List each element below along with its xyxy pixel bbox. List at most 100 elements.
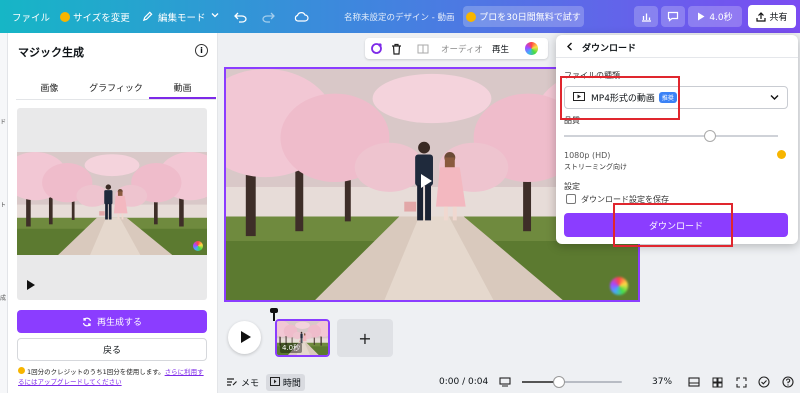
tab-graphic[interactable]: グラフィック <box>83 77 150 99</box>
bar-chart-icon <box>641 13 651 22</box>
quality-note: ストリーミング向け <box>564 163 627 171</box>
share-button[interactable]: 共有 <box>748 5 796 28</box>
crown-icon <box>18 367 25 374</box>
document-title-text: 名称未設定のデザイン - 動画 <box>344 12 455 23</box>
save-settings-checkbox[interactable] <box>566 194 576 204</box>
undo-icon <box>234 12 247 23</box>
play-icon[interactable] <box>27 280 35 290</box>
edit-mode-button[interactable]: 編集モード <box>142 0 219 33</box>
zoom-slider-handle[interactable] <box>553 376 565 388</box>
side-nav-label[interactable]: ド <box>0 117 6 126</box>
timing-label: 時間 <box>282 378 301 389</box>
highlight-box-file-type <box>560 76 680 120</box>
chevron-down-icon <box>211 11 219 22</box>
fullscreen-icon[interactable] <box>736 371 747 393</box>
color-wheel-icon <box>193 241 203 251</box>
pencil-icon <box>142 11 153 22</box>
crown-icon <box>466 11 477 22</box>
quality-slider[interactable] <box>564 130 778 142</box>
tab-video[interactable]: 動画 <box>149 77 217 99</box>
screen-icon[interactable] <box>499 371 511 393</box>
file-menu-label: ファイル <box>12 12 51 24</box>
chevron-down-icon <box>770 94 779 104</box>
back-chevron-icon[interactable] <box>566 42 573 54</box>
redo-button[interactable] <box>262 0 275 33</box>
add-clip-button[interactable]: + <box>337 319 393 357</box>
side-nav-label[interactable]: 成 <box>0 293 6 302</box>
timing-icon <box>270 376 280 386</box>
edit-mode-label: 編集モード <box>158 12 206 24</box>
check-circle-icon[interactable] <box>758 371 770 393</box>
grid-view-icon[interactable] <box>712 371 723 393</box>
pro-trial-button[interactable]: プロを30日間無料で試す <box>463 6 584 27</box>
document-title[interactable]: 名称未設定のデザイン - 動画 <box>344 0 454 33</box>
magic-generate-panel: マジック生成 i 画像 グラフィック 動画 再生成する 戻る 1回分のクレジット… <box>8 33 218 393</box>
color-wheel-icon[interactable] <box>525 38 538 59</box>
side-nav-label[interactable]: ト <box>0 200 6 209</box>
present-play-button[interactable]: 4.0秒 <box>688 6 742 27</box>
play-button[interactable]: 再生 <box>492 38 509 59</box>
share-label: 共有 <box>769 13 788 23</box>
regenerate-label: 再生成する <box>96 318 142 328</box>
upgrade-link[interactable]: さらに利用す <box>165 368 204 376</box>
cloud-save-icon[interactable] <box>294 0 309 33</box>
comment-icon <box>667 11 679 22</box>
preview-image <box>17 152 207 255</box>
resize-label: サイズを変更 <box>73 12 130 24</box>
quality-value: 1080p (HD) <box>564 151 611 160</box>
notes-icon <box>227 378 237 386</box>
element-toolbar: オーディオ 再生 <box>365 38 548 59</box>
zoom-level[interactable]: 37% <box>652 371 672 393</box>
time-readout: 0:00 / 0:04 <box>439 377 489 387</box>
plus-icon: + <box>358 328 372 348</box>
regenerate-button[interactable]: 再生成する <box>17 310 207 333</box>
generated-video-preview[interactable] <box>17 108 207 300</box>
quality-slider-handle[interactable] <box>703 130 716 142</box>
notes-label: メモ <box>241 378 260 389</box>
magic-edit-icon[interactable] <box>370 38 383 59</box>
playhead[interactable] <box>270 308 278 321</box>
duration-label: 4.0秒 <box>709 13 733 23</box>
share-icon <box>756 11 767 22</box>
zoom-slider[interactable] <box>522 376 622 388</box>
audio-button[interactable]: オーディオ <box>441 38 483 59</box>
crown-icon <box>777 150 786 159</box>
trash-icon[interactable] <box>391 38 402 59</box>
insights-button[interactable] <box>634 6 658 27</box>
upgrade-link[interactable]: るにはアップグレードしてください <box>18 378 122 386</box>
notes-button[interactable]: メモ <box>226 371 259 393</box>
help-icon[interactable] <box>782 371 794 393</box>
bottom-bar: メモ 時間 0:00 / 0:04 37% <box>218 371 800 393</box>
redo-icon <box>262 12 275 23</box>
timeline-clip[interactable]: 4.0秒 <box>275 319 330 357</box>
crown-icon <box>60 11 70 22</box>
timing-chip: 時間 <box>266 373 305 391</box>
refresh-icon <box>82 317 92 326</box>
play-icon <box>698 12 705 21</box>
back-button[interactable]: 戻る <box>17 338 207 361</box>
tab-image[interactable]: 画像 <box>16 77 83 99</box>
file-menu[interactable]: ファイル <box>12 0 50 33</box>
color-wheel-icon <box>610 277 628 295</box>
clip-duration: 4.0秒 <box>280 343 303 353</box>
top-bar: ファイル サイズを変更 編集モード 名称未設定のデザイン - 動画 プロを30日… <box>0 0 800 33</box>
panel-tabs: 画像 グラフィック 動画 <box>16 77 217 100</box>
highlight-box-download <box>613 203 733 247</box>
credit-text: 1回分のクレジットのうち1回分を使用します。 <box>27 368 165 376</box>
side-nav-strip: ド ト 成 <box>0 33 8 393</box>
page-view-icon[interactable] <box>688 371 700 393</box>
timing-button[interactable]: 時間 <box>266 371 305 393</box>
split-icon[interactable] <box>417 38 429 59</box>
back-label: 戻る <box>102 346 121 356</box>
play-icon[interactable] <box>421 174 432 188</box>
pro-trial-label: プロを30日間無料で試す <box>479 13 581 23</box>
divider <box>556 57 798 58</box>
settings-label: 設定 <box>564 182 580 191</box>
comment-button[interactable] <box>661 6 685 27</box>
resize-button[interactable]: サイズを変更 <box>60 0 130 33</box>
download-title: ダウンロード <box>582 44 637 54</box>
download-header: ダウンロード <box>566 41 636 54</box>
timeline-play-button[interactable] <box>228 321 261 354</box>
undo-button[interactable] <box>234 0 247 33</box>
info-icon[interactable]: i <box>195 44 208 57</box>
